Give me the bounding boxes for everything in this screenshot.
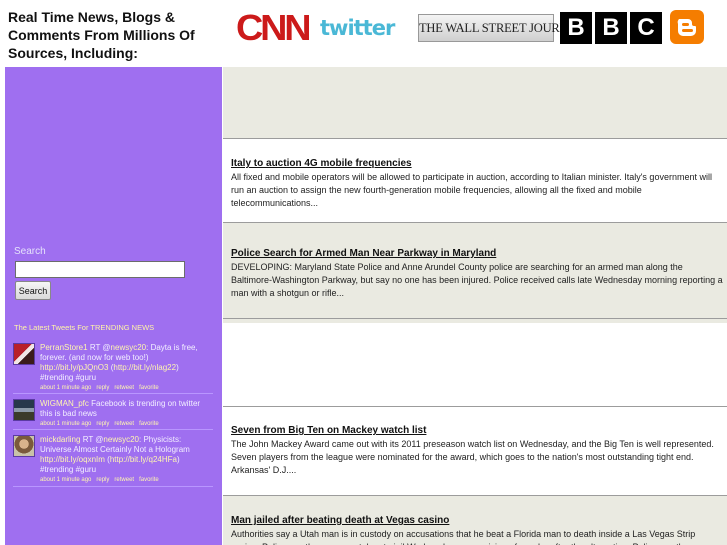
ad-slot xyxy=(223,67,727,138)
tweet-time[interactable]: about 1 minute ago xyxy=(40,421,91,427)
divider xyxy=(13,429,213,430)
avatar[interactable] xyxy=(13,399,35,421)
reply-link[interactable]: reply xyxy=(96,477,109,483)
article-summary: DEVELOPING: Maryland State Police and An… xyxy=(231,262,723,298)
tweet-user-link[interactable]: mickdarling xyxy=(40,435,80,444)
favorite-link[interactable]: favorite xyxy=(139,421,159,427)
favorite-link[interactable]: favorite xyxy=(139,477,159,483)
site-header: Real Time News, Blogs & Comments From Mi… xyxy=(0,0,727,66)
divider xyxy=(223,318,727,319)
divider xyxy=(223,138,727,139)
tweet-text: PerranStore1 RT @newsyc20: Dayta is free… xyxy=(40,343,212,392)
site-tagline: Real Time News, Blogs & Comments From Mi… xyxy=(8,9,195,61)
divider xyxy=(13,486,213,487)
article-title-link[interactable]: Police Search for Armed Man Near Parkway… xyxy=(231,247,723,260)
avatar[interactable] xyxy=(13,435,35,457)
bbc-logo[interactable]: B B C xyxy=(560,12,662,44)
tweet-text: WIGMAN_pfc Facebook is trending on twitt… xyxy=(40,399,212,428)
blogger-icon xyxy=(677,19,696,36)
wsj-logo[interactable]: THE WALL STREET JOURNAL. xyxy=(418,14,588,42)
tweet-user-link[interactable]: PerranStore1 xyxy=(40,343,88,352)
news-article: Police Search for Armed Man Near Parkway… xyxy=(231,247,723,300)
news-article: Man jailed after beating death at Vegas … xyxy=(231,514,723,545)
tweet-actions: about 1 minute ago reply retweet favorite xyxy=(40,384,212,392)
search-button[interactable]: Search xyxy=(15,281,51,300)
divider xyxy=(13,393,213,394)
retweet-link[interactable]: retweet xyxy=(114,477,134,483)
tweet-time[interactable]: about 1 minute ago xyxy=(40,385,91,391)
tweet-text: mickdarling RT @newsyc20: Physicists: Un… xyxy=(40,435,212,484)
article-summary: The John Mackey Award came out with its … xyxy=(231,439,714,475)
tweet-url-link[interactable]: http://bit.ly/nlag22 xyxy=(113,363,176,372)
article-title-link[interactable]: Man jailed after beating death at Vegas … xyxy=(231,514,723,527)
news-article: Italy to auction 4G mobile frequencies A… xyxy=(231,157,723,210)
retweet-link[interactable]: retweet xyxy=(114,385,134,391)
divider xyxy=(223,495,727,496)
mention-link[interactable]: newsyc20 xyxy=(111,343,147,352)
sidebar: Search Search The Latest Tweets For TREN… xyxy=(5,67,222,545)
tweet-url-link[interactable]: http://bit.ly/pJQnO3 xyxy=(40,363,108,372)
favorite-link[interactable]: favorite xyxy=(139,385,159,391)
divider xyxy=(223,222,727,223)
retweet-link[interactable]: retweet xyxy=(114,421,134,427)
article-summary: All fixed and mobile operators will be a… xyxy=(231,172,712,208)
divider xyxy=(223,406,727,407)
search-input[interactable] xyxy=(15,261,185,278)
tweet-url-link[interactable]: http://bit.ly/q24HFa xyxy=(110,455,177,464)
reply-link[interactable]: reply xyxy=(96,421,109,427)
mention-link[interactable]: newsyc20 xyxy=(103,435,139,444)
twitter-logo[interactable]: twitter xyxy=(320,15,410,43)
news-feed: Italy to auction 4G mobile frequencies A… xyxy=(223,67,727,545)
blogger-logo[interactable] xyxy=(670,10,704,44)
tweets-heading: The Latest Tweets For TRENDING NEWS xyxy=(14,323,155,332)
reply-link[interactable]: reply xyxy=(96,385,109,391)
news-article: Seven from Big Ten on Mackey watch list … xyxy=(231,424,723,477)
article-title-link[interactable]: Italy to auction 4G mobile frequencies xyxy=(231,157,723,170)
tweet-url-link[interactable]: http://bit.ly/oqxnIm xyxy=(40,455,105,464)
search-label: Search xyxy=(14,246,46,257)
cnn-logo[interactable]: CNN xyxy=(236,10,312,46)
article-summary: Authorities say a Utah man is in custody… xyxy=(231,529,696,545)
article-title-link[interactable]: Seven from Big Ten on Mackey watch list xyxy=(231,424,723,437)
tweet-user-link[interactable]: WIGMAN_pfc xyxy=(40,399,89,408)
tweet-actions: about 1 minute ago reply retweet favorite xyxy=(40,476,212,484)
avatar[interactable] xyxy=(13,343,35,365)
tweet-actions: about 1 minute ago reply retweet favorite xyxy=(40,420,212,428)
tweet-time[interactable]: about 1 minute ago xyxy=(40,477,91,483)
